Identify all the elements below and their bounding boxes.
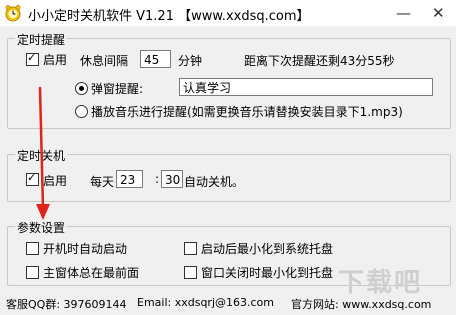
minimize-button[interactable]: — bbox=[396, 4, 411, 22]
autostart-checkbox[interactable] bbox=[26, 242, 39, 255]
time-separator: : bbox=[155, 172, 160, 186]
clock-icon bbox=[5, 5, 21, 22]
minimize-tray-checkbox[interactable] bbox=[184, 242, 197, 255]
auto-shutdown-label: 自动关机。 bbox=[184, 175, 245, 189]
window-title: 小小定时关机软件 V1.21 【www.xxdsq.com】 bbox=[28, 9, 310, 24]
interval-label: 休息间隔 bbox=[80, 54, 129, 68]
popup-reminder-label: 弹窗提醒: bbox=[91, 82, 144, 96]
interval-unit: 分钟 bbox=[178, 54, 203, 68]
settings-legend: 参数设置 bbox=[15, 219, 68, 236]
popup-message-input[interactable]: 认真学习 bbox=[179, 78, 433, 96]
shutdown-enable-checkbox[interactable] bbox=[26, 171, 39, 186]
autostart-label: 开机时自动启动 bbox=[43, 242, 128, 256]
music-reminder-radio[interactable] bbox=[75, 105, 88, 118]
footer-qq-group: 客服QQ群: 397609144 bbox=[6, 298, 127, 311]
countdown-text: 距离下次提醒还剩43分55秒 bbox=[244, 54, 395, 68]
watermark-logo: 下载吧 bbox=[338, 268, 423, 298]
daily-label: 每天 bbox=[90, 175, 115, 189]
topmost-label: 主窗体总在最前面 bbox=[43, 266, 140, 280]
close-tray-label: 窗口关闭时最小化到托盘 bbox=[201, 266, 334, 280]
hour-input[interactable]: 23 bbox=[116, 170, 143, 188]
minimize-tray-label: 启动后最小化到系统托盘 bbox=[201, 242, 334, 256]
shutdown-legend: 定时关机 bbox=[15, 147, 68, 164]
reminder-enable-checkbox[interactable] bbox=[26, 51, 39, 66]
minute-input[interactable]: 30 bbox=[161, 170, 183, 188]
footer-email[interactable]: Email: xxdsqrj@163.com bbox=[137, 296, 274, 309]
reminder-enable-label: 启用 bbox=[43, 53, 68, 67]
popup-reminder-radio[interactable] bbox=[75, 82, 88, 95]
interval-input[interactable]: 45 bbox=[140, 50, 171, 68]
music-reminder-label: 播放音乐进行提醒(如需更换音乐请替换安装目录下1.mp3) bbox=[91, 105, 403, 119]
title-bar: 小小定时关机软件 V1.21 【www.xxdsq.com】 — ✕ bbox=[0, 0, 456, 26]
close-tray-checkbox[interactable] bbox=[184, 266, 197, 279]
shutdown-enable-label: 启用 bbox=[43, 174, 68, 188]
close-button[interactable]: ✕ bbox=[432, 4, 445, 22]
reminder-legend: 定时提醒 bbox=[15, 31, 68, 48]
topmost-checkbox[interactable] bbox=[26, 266, 39, 279]
